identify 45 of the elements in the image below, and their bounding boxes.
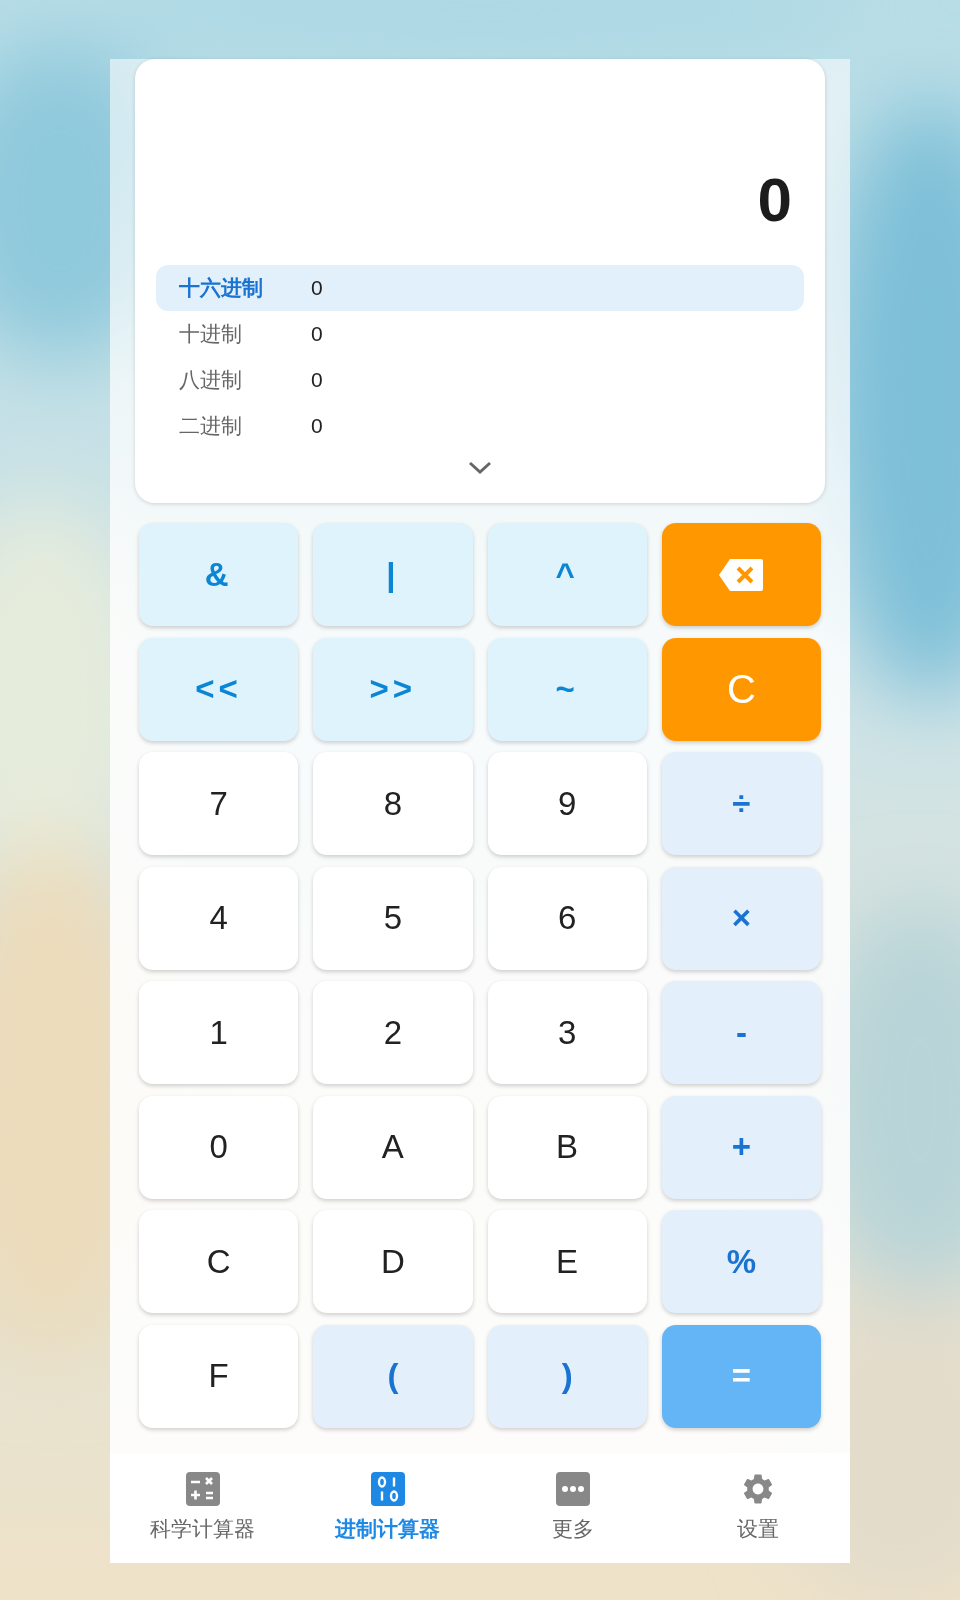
digit-key[interactable]: 5: [313, 866, 473, 970]
operator-key[interactable]: ): [487, 1324, 647, 1428]
digit-key[interactable]: 6: [487, 866, 647, 970]
nav-tab[interactable]: 更多: [480, 1452, 665, 1563]
operator-key[interactable]: -: [661, 981, 821, 1084]
base-label: 十六进制: [179, 275, 264, 301]
digit-key[interactable]: 1: [139, 981, 299, 1084]
base-label: 二进制: [179, 413, 243, 439]
calculator-icon: [185, 1471, 220, 1506]
nav-tab[interactable]: 科学计算器: [110, 1452, 295, 1563]
base-row[interactable]: 十六进制 0: [156, 265, 804, 311]
operator-key[interactable]: %: [661, 1210, 821, 1313]
digit-key[interactable]: 9: [487, 752, 647, 855]
operator-key[interactable]: ×: [661, 866, 821, 970]
base-label: 十进制: [179, 321, 243, 347]
base-value: 0: [311, 276, 323, 300]
digit-key[interactable]: D: [313, 1210, 473, 1313]
digit-key[interactable]: 8: [313, 752, 473, 855]
digit-key[interactable]: F: [139, 1324, 299, 1428]
base-row[interactable]: 二进制 0: [156, 403, 804, 449]
nav-tab[interactable]: 进制计算器: [295, 1452, 480, 1563]
binary-icon: [370, 1471, 405, 1506]
backspace-icon: [718, 557, 765, 592]
base-value: 0: [311, 368, 323, 392]
digit-key[interactable]: A: [313, 1095, 473, 1199]
digit-key[interactable]: E: [487, 1210, 647, 1313]
digit-key[interactable]: 0: [139, 1095, 299, 1199]
digit-key[interactable]: 2: [313, 981, 473, 1084]
base-value: 0: [311, 414, 323, 438]
more-icon: [555, 1471, 590, 1506]
operator-key[interactable]: (: [313, 1324, 473, 1428]
base-row[interactable]: 十进制 0: [156, 311, 804, 357]
base-row[interactable]: 八进制 0: [156, 357, 804, 403]
nav-tab[interactable]: 设置: [665, 1452, 850, 1563]
base-label: 八进制: [179, 367, 243, 393]
digit-key[interactable]: B: [487, 1095, 647, 1199]
operator-key[interactable]: ÷: [661, 752, 821, 855]
digit-key[interactable]: 3: [487, 981, 647, 1084]
digit-key[interactable]: 4: [139, 866, 299, 970]
digit-key[interactable]: 7: [139, 752, 299, 855]
chevron-down-icon[interactable]: [468, 461, 492, 475]
result-display: 0: [757, 164, 792, 235]
digit-key[interactable]: C: [139, 1210, 299, 1313]
operator-key[interactable]: +: [661, 1095, 821, 1199]
base-value: 0: [311, 322, 323, 346]
